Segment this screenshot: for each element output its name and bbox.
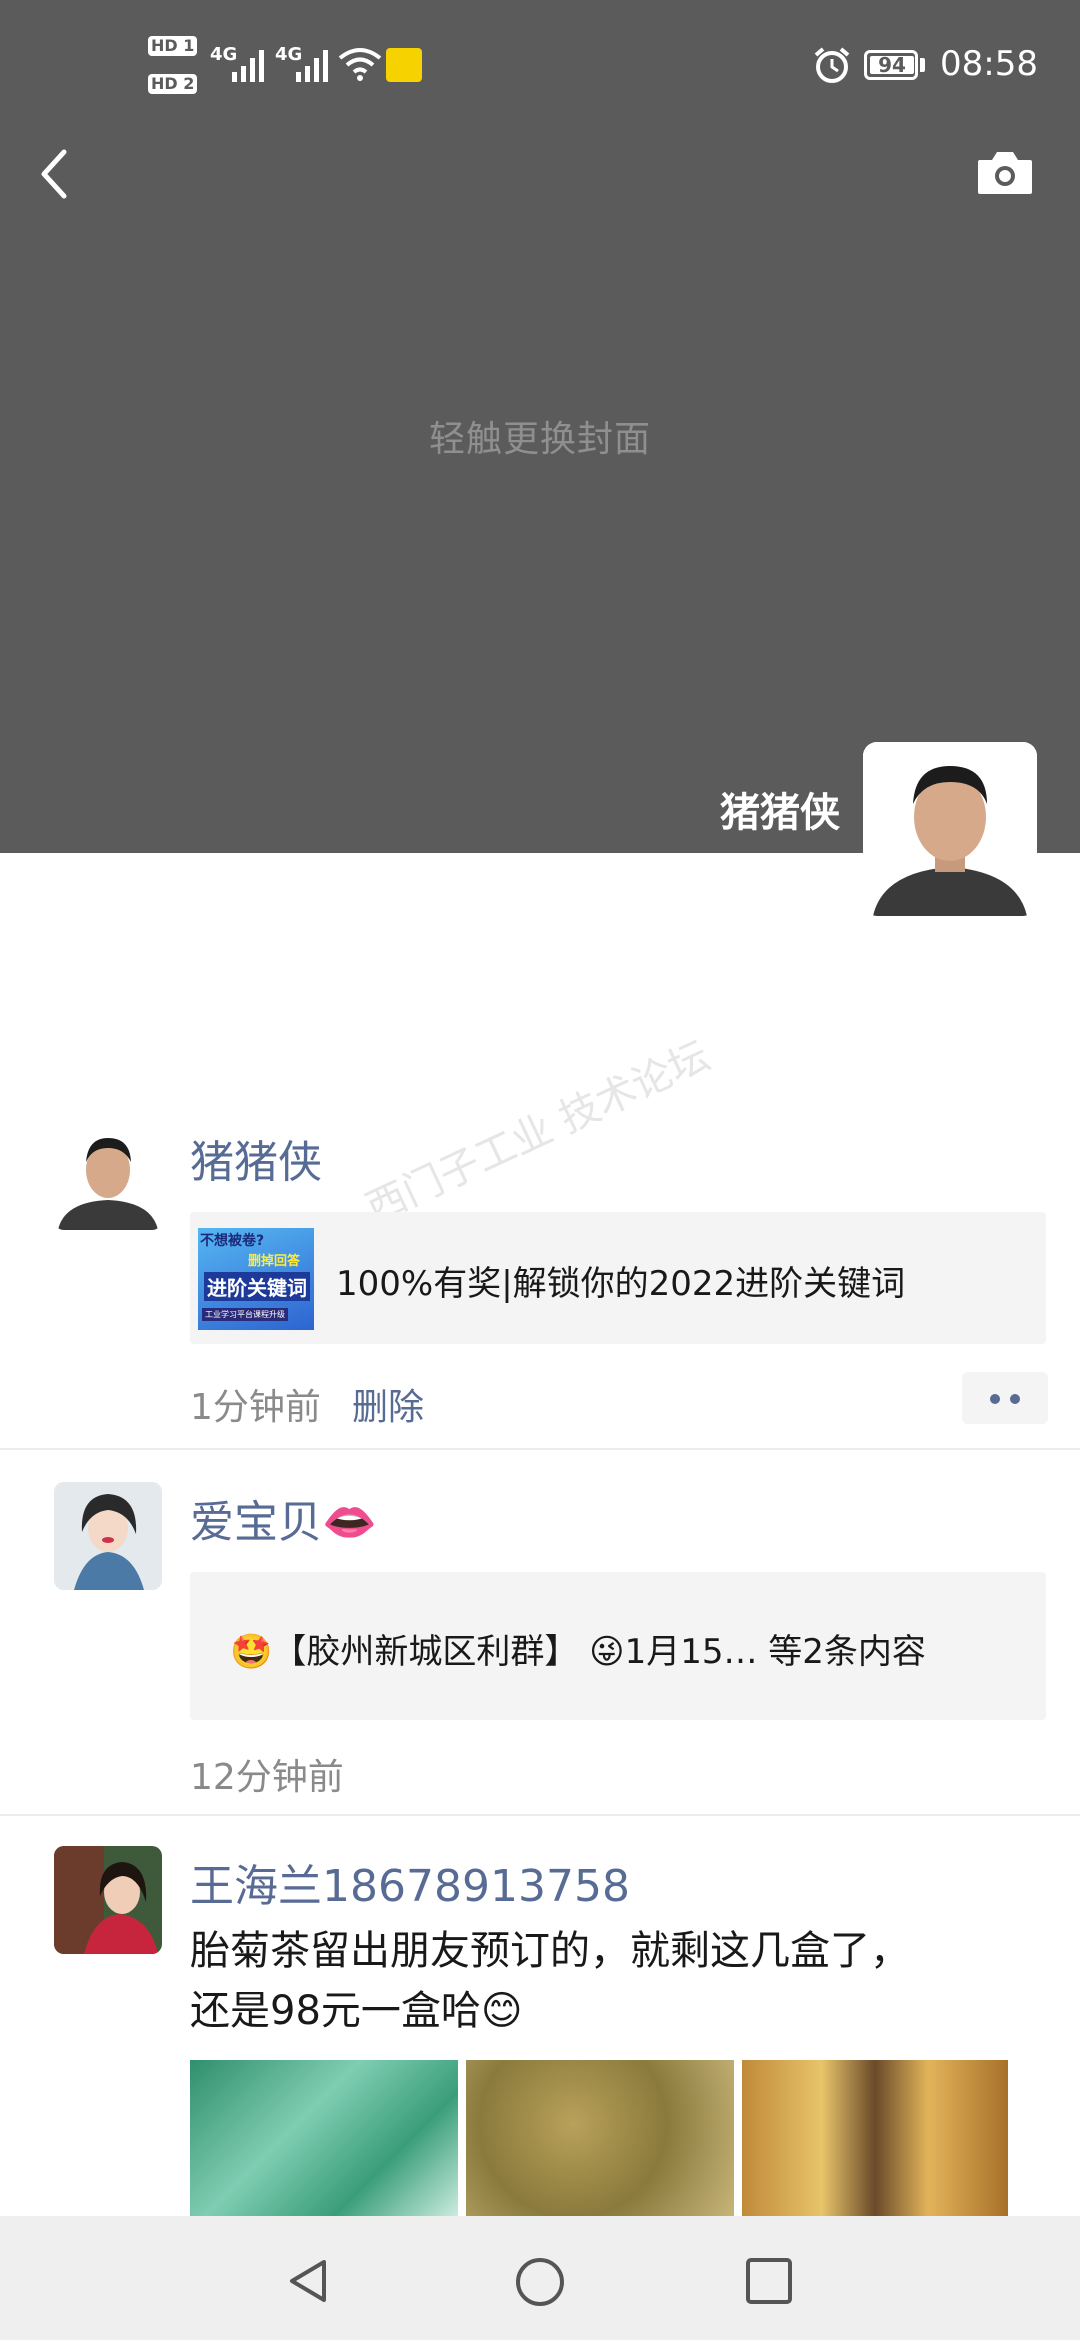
post-avatar[interactable]: [54, 1122, 162, 1230]
clock: 08:58: [940, 44, 1038, 84]
link-share-card[interactable]: 不想被卷? 删掉回答 进阶关键词 工业学习平台课程升级 100%有奖|解锁你的2…: [190, 1212, 1046, 1344]
post-avatar[interactable]: [54, 1846, 162, 1954]
hd1-badge: HD 1: [148, 36, 198, 56]
cover-change-hint[interactable]: 轻触更换封面: [0, 410, 1080, 462]
post-author[interactable]: 爱宝贝👄: [190, 1486, 377, 1550]
post-photo[interactable]: [466, 2060, 734, 2220]
text-share-card[interactable]: 🤩【胶州新城区利群】 😜1月15… 等2条内容: [190, 1572, 1046, 1720]
watermark: 西门子工业 技术论坛: [359, 1033, 717, 1233]
post-author[interactable]: 王海兰18678913758: [190, 1850, 630, 1914]
profile-avatar[interactable]: [863, 742, 1037, 916]
divider: [0, 1448, 1080, 1450]
post-text-line-2: 还是98元一盒哈😊: [190, 1988, 523, 2034]
post-avatar[interactable]: [54, 1482, 162, 1590]
chevron-left-icon[interactable]: [34, 146, 74, 202]
battery-tip: [920, 58, 925, 72]
wifi-icon: [338, 48, 382, 81]
nav-recents-icon[interactable]: [744, 2256, 794, 2306]
signal-icon: [232, 48, 264, 82]
share-text: 🤩【胶州新城区利群】 😜1月15… 等2条内容: [230, 1632, 926, 1672]
status-bar: HD 1 HD 2 4G 4G 94 08:58: [0, 0, 1080, 135]
alarm-icon: [814, 47, 850, 83]
post-time: 1分钟前: [190, 1387, 321, 1428]
system-nav-bar: [0, 2216, 1080, 2340]
hd2-badge: HD 2: [148, 74, 198, 94]
nav-home-icon[interactable]: [514, 2256, 566, 2308]
post-photo[interactable]: [742, 2060, 1008, 2220]
app-notification-icon: [386, 48, 422, 82]
delete-button[interactable]: 删除: [352, 1378, 424, 1430]
post-text-line-1: 胎菊茶留出朋友预订的，就剩这几盒了，: [190, 1928, 910, 1974]
battery-icon: 94: [864, 50, 918, 80]
more-dots-icon[interactable]: [962, 1372, 1048, 1424]
link-title: 100%有奖|解锁你的2022进阶关键词: [336, 1264, 906, 1304]
post-time: 12分钟前: [190, 1757, 344, 1798]
camera-icon[interactable]: [976, 148, 1034, 196]
battery-level: 94: [870, 55, 914, 75]
link-thumbnail: 不想被卷? 删掉回答 进阶关键词 工业学习平台课程升级: [198, 1228, 314, 1330]
post-author[interactable]: 猪猪侠: [190, 1126, 322, 1190]
divider: [0, 1814, 1080, 1816]
profile-name[interactable]: 猪猪侠: [720, 780, 840, 838]
signal-icon: [296, 48, 328, 82]
nav-back-icon[interactable]: [284, 2256, 334, 2306]
post-photo[interactable]: [190, 2060, 458, 2220]
